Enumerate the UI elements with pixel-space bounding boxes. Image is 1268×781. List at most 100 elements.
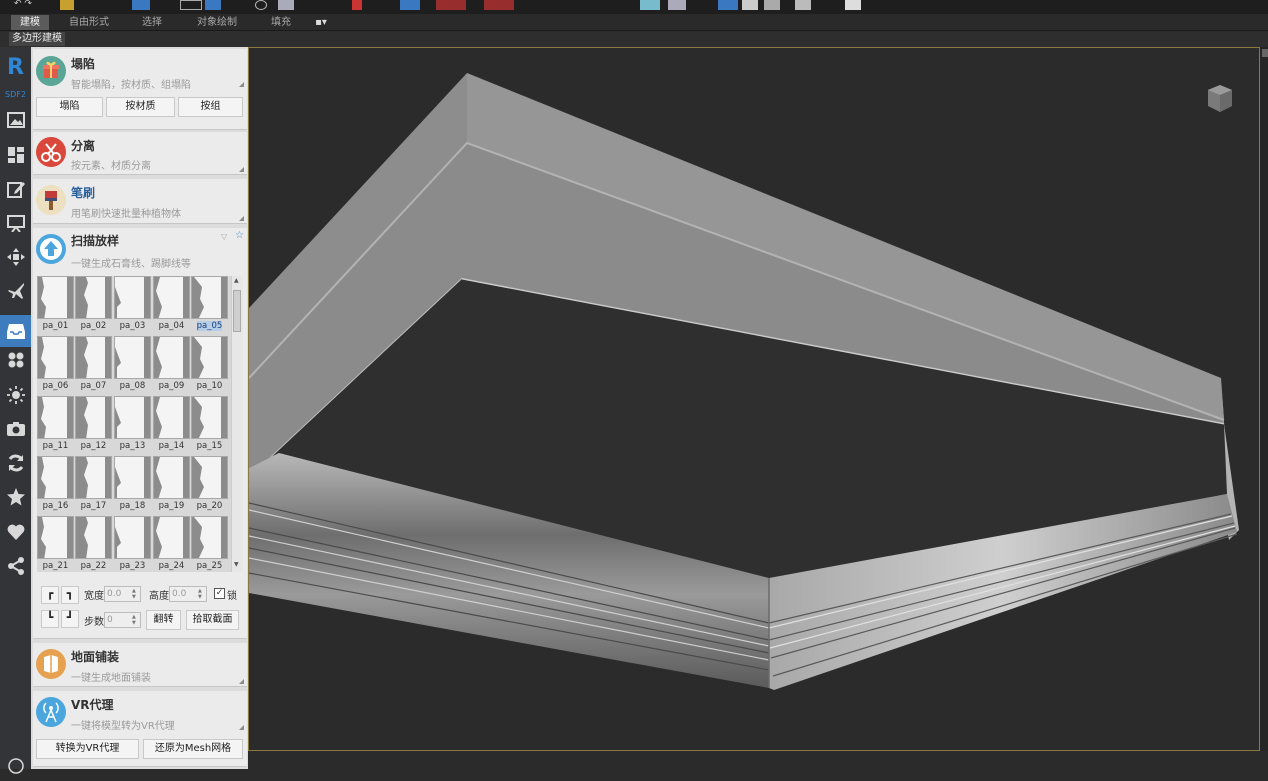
separate-card[interactable]: 分离 按元素、材质分离 <box>33 132 247 175</box>
share-icon[interactable] <box>5 557 27 579</box>
profile-thumb-pa_19[interactable]: pa_19 <box>153 456 190 514</box>
rotate-icon[interactable] <box>255 0 267 10</box>
panel-tab-icon[interactable] <box>1262 49 1268 57</box>
profile-thumb-pa_17[interactable]: pa_17 <box>75 456 112 514</box>
image-icon[interactable] <box>5 111 27 133</box>
layer-icon[interactable] <box>640 0 660 10</box>
profile-thumb-pa_18[interactable]: pa_18 <box>114 456 151 514</box>
tab-selection[interactable]: 选择 <box>133 15 171 30</box>
corner-bottom-left-button[interactable]: ┗ <box>41 610 59 628</box>
star-icon[interactable] <box>5 488 27 510</box>
refresh-icon[interactable] <box>5 454 27 476</box>
profile-thumb-pa_05[interactable]: pa_05 <box>191 276 228 334</box>
tab-populate[interactable]: 填充 <box>262 15 300 30</box>
filter-icon[interactable]: ▽ <box>221 232 227 241</box>
edit-icon[interactable] <box>5 180 27 202</box>
camera-icon[interactable] <box>5 420 27 442</box>
profile-thumb-pa_09[interactable]: pa_09 <box>153 336 190 394</box>
tab-object-paint[interactable]: 对象绘制 <box>190 15 244 30</box>
profile-thumb-pa_11[interactable]: pa_11 <box>37 396 74 454</box>
window-crossing-icon[interactable] <box>205 0 221 10</box>
inbox-icon[interactable] <box>0 315 31 347</box>
profile-thumb-pa_12[interactable]: pa_12 <box>75 396 112 454</box>
link-icon[interactable] <box>60 0 74 10</box>
restore-mesh-button[interactable]: 还原为Mesh网格 <box>143 739 243 759</box>
render-icon[interactable] <box>845 0 861 10</box>
render-setup-icon[interactable] <box>764 0 780 10</box>
profile-scrollbar[interactable]: ▲ ▼ <box>231 276 243 572</box>
profile-thumb-pa_13[interactable]: pa_13 <box>114 396 151 454</box>
airplane-icon[interactable] <box>5 282 27 304</box>
scroll-up-icon[interactable]: ▲ <box>234 277 239 284</box>
snap-icon[interactable] <box>352 0 362 10</box>
steps-spinner-icon[interactable]: ▲ ▼ <box>132 614 136 626</box>
move-icon[interactable] <box>5 248 27 270</box>
profile-thumb-pa_06[interactable]: pa_06 <box>37 336 74 394</box>
render-frame-icon[interactable] <box>795 0 811 10</box>
collapse-by-group-button[interactable]: 按组 <box>178 97 243 117</box>
mirror-icon[interactable] <box>400 0 420 10</box>
curve-icon[interactable] <box>668 0 686 10</box>
profile-thumb-pa_08[interactable]: pa_08 <box>114 336 151 394</box>
pick-section-button[interactable]: 拾取截面 <box>186 610 239 630</box>
favorite-star-icon[interactable]: ☆ <box>235 230 244 241</box>
collapse-expand-icon[interactable] <box>239 82 244 87</box>
profile-thumb-pa_24[interactable]: pa_24 <box>153 516 190 572</box>
scroll-down-icon[interactable]: ▼ <box>234 561 239 568</box>
floor-expand-icon[interactable] <box>239 679 244 684</box>
profile-thumb-pa_22[interactable]: pa_22 <box>75 516 112 572</box>
scroll-thumb[interactable] <box>233 290 241 332</box>
profile-thumb-pa_03[interactable]: pa_03 <box>114 276 151 334</box>
dots-icon[interactable] <box>5 351 27 373</box>
add-icon[interactable] <box>5 757 27 779</box>
profile-thumb-pa_02[interactable]: pa_02 <box>75 276 112 334</box>
collapse-by-material-button[interactable]: 按材质 <box>106 97 175 117</box>
convert-to-vr-button[interactable]: 转换为VR代理 <box>36 739 139 759</box>
sun-icon[interactable] <box>5 386 27 408</box>
tab-polygon-modeling[interactable]: 多边形建模 <box>9 32 65 46</box>
scale-icon[interactable] <box>278 0 294 10</box>
profile-thumb-pa_15[interactable]: pa_15 <box>191 396 228 454</box>
vr-expand-icon[interactable] <box>239 725 244 730</box>
perspective-viewport[interactable] <box>248 47 1260 751</box>
corner-top-right-button[interactable]: ┓ <box>61 586 79 604</box>
heart-icon[interactable] <box>5 523 27 545</box>
layout-icon[interactable] <box>5 146 27 168</box>
brush-expand-icon[interactable] <box>239 216 244 221</box>
profile-thumb-pa_07[interactable]: pa_07 <box>75 336 112 394</box>
ribbon-options-icon[interactable]: ▪▾ <box>310 15 332 30</box>
floor-card[interactable]: 地面铺装 一键生成地面铺装 <box>33 643 247 687</box>
spacing-icon[interactable] <box>484 0 514 10</box>
material-icon[interactable] <box>742 0 758 10</box>
profile-thumb-pa_21[interactable]: pa_21 <box>37 516 74 572</box>
profile-thumb-pa_01[interactable]: pa_01 <box>37 276 74 334</box>
corner-bottom-right-button[interactable]: ┛ <box>61 610 79 628</box>
profile-thumb-pa_16[interactable]: pa_16 <box>37 456 74 514</box>
brush-card[interactable]: 笔刷 用笔刷快速批量种植物体 <box>33 179 247 224</box>
collapse-button[interactable]: 塌陷 <box>36 97 103 117</box>
profile-thumb-pa_20[interactable]: pa_20 <box>191 456 228 514</box>
profile-thumb-pa_23[interactable]: pa_23 <box>114 516 151 572</box>
rect-select-icon[interactable] <box>180 0 202 10</box>
tab-freeform[interactable]: 自由形式 <box>62 15 116 30</box>
profile-thumb-pa_10[interactable]: pa_10 <box>191 336 228 394</box>
flip-button[interactable]: 翻转 <box>146 610 181 630</box>
profile-thumb-pa_25[interactable]: pa_25 <box>191 516 228 572</box>
profile-label: pa_07 <box>80 381 107 391</box>
profile-thumb-pa_04[interactable]: pa_04 <box>153 276 190 334</box>
corner-top-left-button[interactable]: ┏ <box>41 586 59 604</box>
height-spinner-icon[interactable]: ▲ ▼ <box>198 588 202 600</box>
undo-redo-icon[interactable]: ↶ ↷ <box>14 0 44 10</box>
profile-preview <box>37 396 74 439</box>
separate-expand-icon[interactable] <box>239 167 244 172</box>
presentation-icon[interactable] <box>5 214 27 236</box>
profile-preview <box>75 396 112 439</box>
align-icon[interactable] <box>436 0 466 10</box>
schematic-icon[interactable] <box>718 0 738 10</box>
profile-thumb-pa_14[interactable]: pa_14 <box>153 396 190 454</box>
width-spinner-icon[interactable]: ▲ ▼ <box>132 588 136 600</box>
tab-modeling[interactable]: 建模 <box>11 15 49 30</box>
viewcube-icon[interactable] <box>1204 82 1234 114</box>
select-icon[interactable] <box>132 0 150 10</box>
lock-checkbox[interactable]: ✓ <box>214 588 225 599</box>
